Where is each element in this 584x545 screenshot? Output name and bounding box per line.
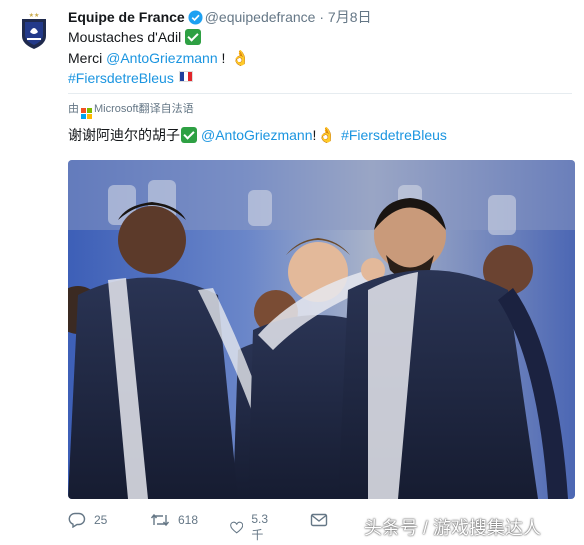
retweet-icon bbox=[150, 513, 170, 527]
tweet-line-3: #FiersdetreBleus bbox=[68, 69, 193, 87]
france-flag-icon bbox=[178, 71, 193, 82]
translation-text: 谢谢阿迪尔的胡子 bbox=[68, 127, 180, 143]
tweet-line-2: Merci @AntoGriezmann ! 👌 bbox=[68, 49, 250, 68]
hashtag-link[interactable]: #FiersdetreBleus bbox=[68, 70, 174, 86]
like-button[interactable]: 5.3千 bbox=[230, 512, 273, 543]
translation-bang: ! bbox=[312, 127, 317, 143]
tweet-text-2-suffix: ! bbox=[217, 50, 226, 66]
check-mark-icon bbox=[181, 127, 197, 143]
translation-hashtag-link[interactable]: #FiersdetreBleus bbox=[341, 127, 447, 143]
reply-button[interactable]: 25 bbox=[68, 512, 107, 528]
translated-suffix: 翻译自法语 bbox=[138, 103, 194, 115]
message-button[interactable] bbox=[310, 512, 328, 528]
ok-hand-icon: 👌 bbox=[231, 50, 251, 67]
tweet-header: Equipe de France @equipedefrance · 7月8日 bbox=[68, 8, 371, 29]
tweet-photo[interactable] bbox=[68, 160, 575, 499]
author-name[interactable]: Equipe de France bbox=[68, 9, 185, 25]
translated-by: 由 Microsoft翻译自法语 bbox=[68, 102, 194, 119]
team-logo-icon: ★★ bbox=[22, 12, 46, 49]
translated-brand: Microsoft bbox=[94, 103, 139, 115]
tweet-line-1: Moustaches d'Adil bbox=[68, 28, 202, 46]
watermark: 头条号 / 游戏搜集达人 bbox=[364, 518, 542, 538]
separator: · bbox=[319, 9, 325, 25]
message-icon bbox=[310, 513, 328, 527]
divider bbox=[68, 93, 572, 94]
author-handle[interactable]: @equipedefrance bbox=[205, 9, 316, 25]
reply-count: 25 bbox=[94, 513, 108, 527]
verified-icon bbox=[188, 10, 203, 29]
like-count: 5.3千 bbox=[251, 512, 269, 542]
players-photo-illustration bbox=[68, 160, 575, 499]
tweet-text-1: Moustaches d'Adil bbox=[68, 29, 182, 45]
like-icon bbox=[230, 521, 244, 533]
avatar[interactable]: ★★ bbox=[12, 8, 56, 52]
retweet-count: 618 bbox=[178, 513, 199, 527]
mention-link[interactable]: @AntoGriezmann bbox=[106, 50, 217, 66]
reply-icon bbox=[68, 512, 86, 528]
microsoft-logo-icon bbox=[81, 108, 92, 119]
tweet-text-2-prefix: Merci bbox=[68, 50, 107, 66]
translation-line: 谢谢阿迪尔的胡子 @AntoGriezmann!👌 #FiersdetreBleus bbox=[68, 126, 447, 145]
ok-hand-icon: 👌 bbox=[317, 127, 337, 144]
svg-text:★★: ★★ bbox=[29, 12, 40, 19]
translation-mention-link[interactable]: @AntoGriezmann bbox=[201, 127, 312, 143]
translated-prefix: 由 bbox=[68, 103, 79, 115]
tweet-date[interactable]: 7月8日 bbox=[328, 9, 372, 25]
retweet-button[interactable]: 618 bbox=[150, 512, 198, 528]
check-mark-icon bbox=[185, 29, 202, 45]
